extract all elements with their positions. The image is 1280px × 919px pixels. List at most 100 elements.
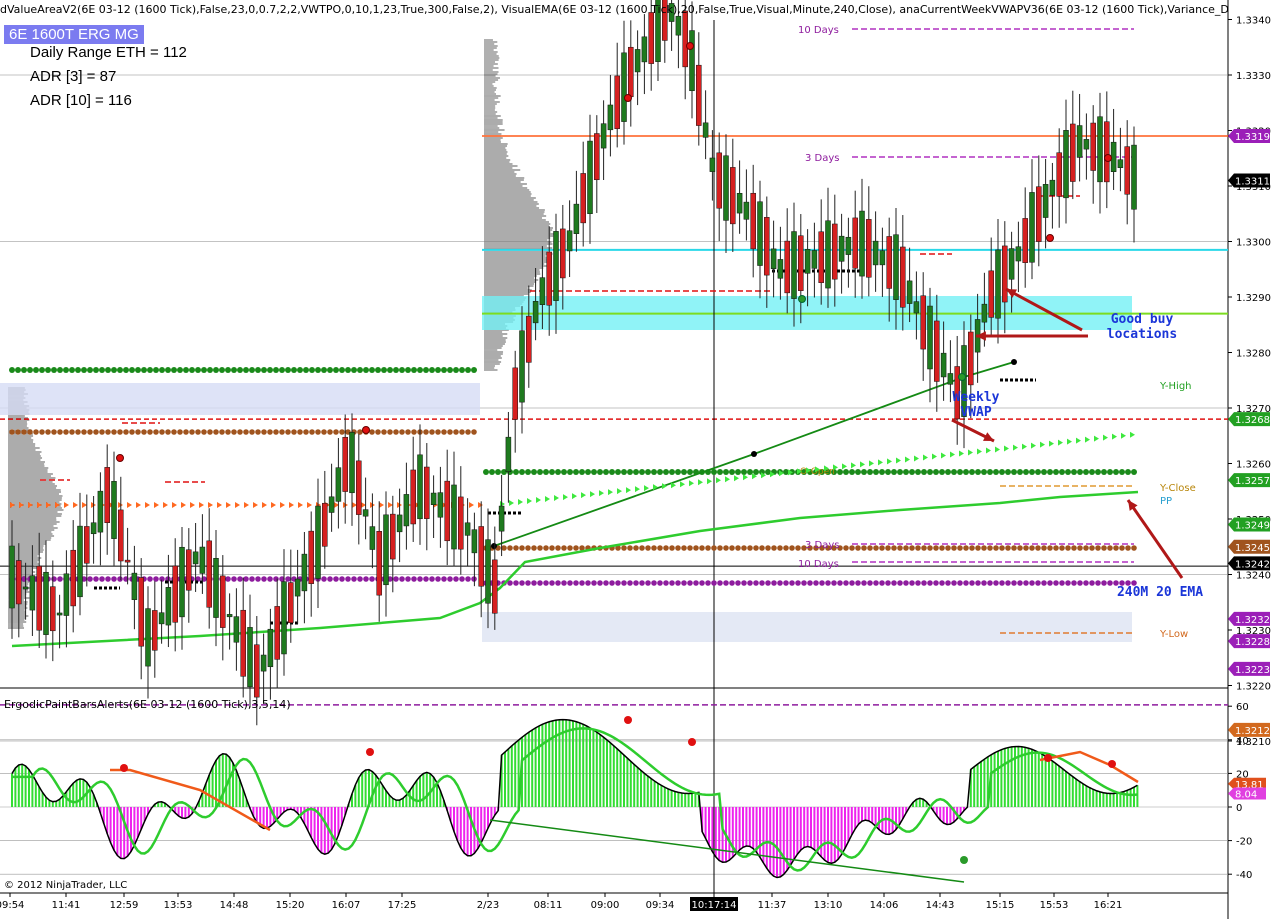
days10-bottom-label: 10 Days [798,559,839,570]
level-dot [423,429,429,435]
level-dot [333,576,339,582]
trend-anchor [491,543,497,549]
candle-body [50,587,55,631]
candle-body [125,560,130,562]
chevron [379,502,384,508]
candle-body [139,578,144,647]
level-dot [939,580,945,586]
level-dot [777,545,783,551]
level-dot [855,545,861,551]
level-dot [255,367,261,373]
candle-body [560,229,565,278]
level-dot [1029,580,1035,586]
level-dot [441,429,447,435]
chevron [253,502,258,508]
price-chart[interactable]: 10 Days 3 Days 3 Days 10 Days Y-High Y-Close P… [0,0,1280,919]
level-dot [177,429,183,435]
candle-body [1077,126,1082,158]
candle-body [744,202,749,219]
candle-body [764,217,769,275]
candle-body [207,541,212,608]
level-dot [897,545,903,551]
chart-title[interactable]: 6E 1600T ERG MG [4,25,144,44]
level-dot [93,367,99,373]
level-dot [1065,545,1071,551]
candle-body [1070,124,1075,182]
chevron [554,495,559,501]
level-dot [627,545,633,551]
level-dot [105,576,111,582]
level-dot [249,576,255,582]
level-dot [1041,545,1047,551]
level-dot [1119,545,1125,551]
candle-body [180,547,185,617]
chevron [307,502,312,508]
level-dot [753,469,759,475]
level-dot [849,545,855,551]
candle-body [146,609,151,667]
level-dot [999,469,1005,475]
chevron [1076,438,1081,444]
candle-body [751,193,756,249]
level-dot [567,580,573,586]
osc-tick-label: -40 [1236,870,1252,881]
level-dot [945,580,951,586]
trend-anchor [1011,359,1017,365]
level-dot [231,367,237,373]
osc-tick-label: 60 [1236,702,1249,713]
chart-window[interactable]: 10 Days 3 Days 3 Days 10 Days Y-High Y-Close P… [0,0,1280,919]
level-dot [153,367,159,373]
chevron [1004,446,1009,452]
candle-body [921,296,926,349]
level-dot [771,580,777,586]
level-dot [75,429,81,435]
level-dot [759,545,765,551]
candle-body [567,231,572,251]
chevron [635,486,640,492]
chevron [1049,441,1054,447]
chevron [163,502,168,508]
chevron [1040,442,1045,448]
level-dot [297,429,303,435]
level-dot [1077,469,1083,475]
level-dot [891,545,897,551]
level-dot [615,469,621,475]
candle-body [1030,192,1035,262]
level-dot [939,545,945,551]
candle-body [710,158,715,172]
level-dot [375,429,381,435]
time-tick-label: 14:43 [926,900,955,911]
level-dot [771,545,777,551]
candle-body [438,493,443,518]
chevron [707,478,712,484]
candle-body [1064,130,1069,198]
level-dot [915,545,921,551]
level-dot [537,545,543,551]
chevron [878,459,883,465]
level-dot [513,580,519,586]
price-badge-label: 1.3223 [1235,665,1270,676]
chevron [280,502,285,508]
chevron [64,502,69,508]
level-dot [567,545,573,551]
chevron [644,485,649,491]
time-tick-label: 09:54 [0,900,24,911]
chevron [662,483,667,489]
level-dot [375,367,381,373]
chevron [46,502,51,508]
level-dot [681,580,687,586]
level-dot [159,429,165,435]
candle-body [44,572,49,634]
candle-body [288,583,293,623]
level-dot [927,580,933,586]
level-dot [735,469,741,475]
candle-body [608,105,613,130]
level-dot [465,367,471,373]
level-dot [765,545,771,551]
level-dot [621,580,627,586]
chevron [986,448,991,454]
candle-body [356,461,361,515]
candle-body [173,566,178,622]
level-dot [1113,545,1119,551]
level-dot [147,576,153,582]
